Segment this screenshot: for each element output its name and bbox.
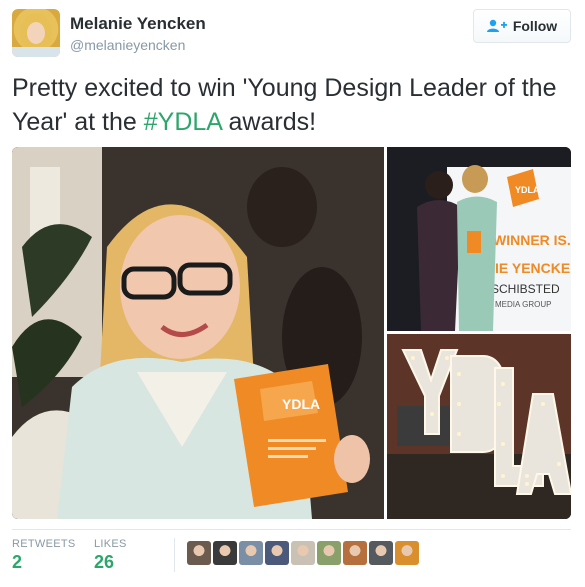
likes-label: LIKES <box>94 538 127 550</box>
avatar[interactable] <box>12 9 60 57</box>
winner-photo: YDLA <box>12 147 384 519</box>
liker-7-avatar[interactable] <box>343 541 367 565</box>
liker-8-avatar[interactable] <box>369 541 393 565</box>
liker-3-avatar[interactable] <box>239 541 263 565</box>
liker-1-avatar[interactable] <box>187 541 211 565</box>
screen-line-2: IE YENCKEN <box>495 260 571 276</box>
screen-line-4: MEDIA GROUP <box>495 300 551 309</box>
tweet-text: Pretty excited to win 'Young Design Lead… <box>12 71 572 139</box>
photo-award-stage[interactable]: YDLA WINNER IS... IE YENCKEN SCHIBSTED M… <box>387 147 571 331</box>
stats-divider <box>12 529 571 530</box>
stage-logo: YDLA <box>515 185 540 195</box>
screen-line-3: SCHIBSTED <box>491 282 560 296</box>
liker-2-avatar[interactable] <box>213 541 237 565</box>
stage-photo: YDLA WINNER IS... IE YENCKEN SCHIBSTED M… <box>387 147 571 331</box>
hashtag-link[interactable]: #YDLA <box>144 108 222 136</box>
trophy-logo: YDLA <box>282 396 320 412</box>
liker-9-avatar[interactable] <box>395 541 419 565</box>
follow-button[interactable]: Follow <box>473 9 571 43</box>
liker-5-avatar[interactable] <box>291 541 315 565</box>
tweet-text-after: awards! <box>221 108 317 136</box>
likes-count[interactable]: 26 <box>94 552 114 573</box>
stats-vertical-divider <box>174 538 175 572</box>
display-name[interactable]: Melanie Yencken <box>70 14 206 34</box>
user-handle[interactable]: @melanieyencken <box>70 37 185 53</box>
liker-avatars <box>187 541 419 565</box>
follow-label: Follow <box>512 18 558 34</box>
add-user-icon <box>486 19 507 33</box>
photo-winner-with-trophy[interactable]: YDLA <box>12 147 384 519</box>
liker-6-avatar[interactable] <box>317 541 341 565</box>
liker-4-avatar[interactable] <box>265 541 289 565</box>
photo-ydla-letters[interactable] <box>387 334 571 519</box>
retweets-count[interactable]: 2 <box>12 552 22 573</box>
avatar-portrait <box>12 13 60 57</box>
retweets-label: RETWEETS <box>12 538 76 550</box>
media-grid: YDLA YDLA WINNER IS... IE YENCKEN SCHIBS… <box>12 147 571 519</box>
letters-photo <box>387 334 571 519</box>
screen-line-1: WINNER IS... <box>493 232 571 248</box>
